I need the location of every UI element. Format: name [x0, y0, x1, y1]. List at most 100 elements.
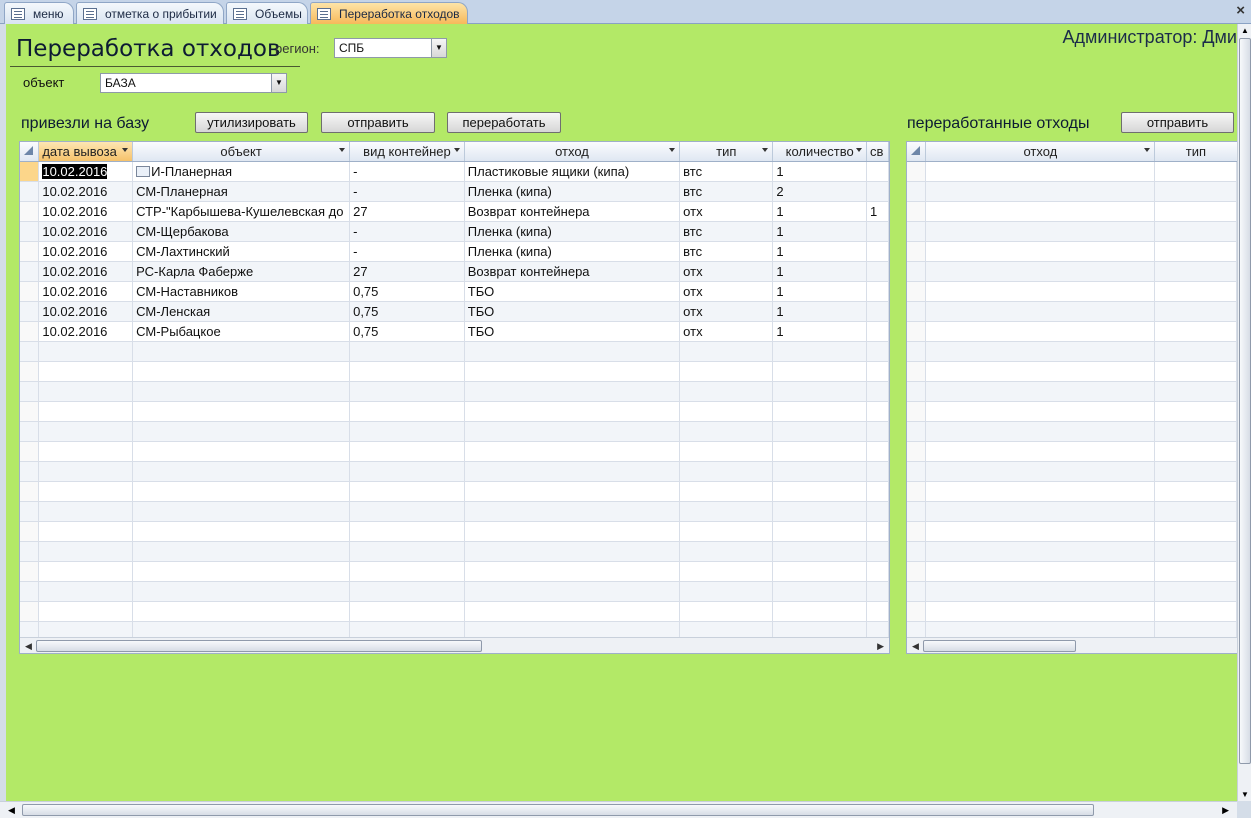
column-header[interactable]: отход — [464, 142, 681, 162]
scroll-right-icon[interactable]: ▶ — [877, 641, 884, 652]
table-cell[interactable] — [1154, 301, 1237, 322]
table-cell[interactable] — [925, 461, 1156, 482]
record-selector[interactable] — [907, 541, 927, 562]
table-cell[interactable] — [866, 601, 889, 622]
table-row[interactable] — [20, 581, 889, 602]
table-row[interactable]: 10.02.2016 СТР-"Карбышева-Кушелевская до 2… — [20, 201, 889, 222]
record-selector[interactable] — [907, 481, 927, 502]
tab-arrival-mark[interactable]: отметка о прибытии — [76, 2, 224, 24]
table-row[interactable] — [907, 181, 1237, 202]
select-all-corner[interactable] — [20, 142, 40, 162]
table-cell[interactable] — [679, 381, 774, 402]
table-cell[interactable]: 10.02.2016 — [38, 261, 134, 282]
table-cell[interactable] — [132, 601, 351, 622]
table-row[interactable] — [907, 561, 1237, 582]
table-cell[interactable] — [866, 421, 889, 442]
table-cell[interactable] — [132, 481, 351, 502]
table-cell[interactable] — [1154, 241, 1237, 262]
record-selector[interactable] — [20, 581, 40, 602]
table-cell[interactable] — [38, 481, 134, 502]
table-cell[interactable] — [464, 441, 681, 462]
column-header[interactable]: отход — [925, 142, 1156, 162]
table-cell[interactable] — [38, 381, 134, 402]
table-row[interactable] — [20, 561, 889, 582]
column-header[interactable]: дата вывоза — [38, 142, 134, 162]
column-header[interactable]: тип — [1154, 142, 1237, 162]
table-cell[interactable] — [132, 501, 351, 522]
table-cell[interactable]: Возврат контейнера — [464, 201, 681, 222]
table-row[interactable] — [20, 521, 889, 542]
object-combo[interactable]: БАЗА ▼ — [100, 73, 287, 93]
table-row[interactable] — [907, 501, 1237, 522]
table-cell[interactable] — [38, 501, 134, 522]
table-cell[interactable] — [349, 381, 465, 402]
record-selector[interactable] — [907, 461, 927, 482]
table-row[interactable] — [907, 301, 1237, 322]
table-cell[interactable] — [132, 441, 351, 462]
process-button[interactable]: переработать — [447, 112, 561, 133]
record-selector[interactable] — [20, 361, 40, 382]
form-vertical-scrollbar[interactable]: ▲ ▼ — [1237, 24, 1251, 801]
record-selector[interactable] — [907, 341, 927, 362]
table-cell[interactable]: Пленка (кипа) — [464, 241, 681, 262]
table-cell[interactable]: 2 — [772, 181, 868, 202]
scroll-thumb[interactable] — [1239, 38, 1251, 764]
record-selector[interactable] — [907, 281, 927, 302]
column-header[interactable]: тип — [679, 142, 774, 162]
table-cell[interactable] — [925, 201, 1156, 222]
table-row[interactable] — [20, 441, 889, 462]
table-cell[interactable] — [925, 401, 1156, 422]
table-cell[interactable] — [1154, 221, 1237, 242]
table-cell[interactable] — [772, 461, 868, 482]
table-cell[interactable] — [772, 601, 868, 622]
table-cell[interactable] — [349, 401, 465, 422]
table-cell[interactable]: втс — [679, 241, 774, 262]
record-selector[interactable] — [20, 261, 40, 282]
table-cell[interactable] — [679, 501, 774, 522]
chevron-down-icon[interactable]: ▼ — [271, 74, 286, 92]
table-cell[interactable] — [464, 381, 681, 402]
record-selector[interactable] — [907, 201, 927, 222]
table-cell[interactable]: СМ-Лахтинский — [132, 241, 351, 262]
record-selector[interactable] — [20, 541, 40, 562]
table-row[interactable] — [907, 521, 1237, 542]
table-row[interactable]: 10.02.2016 СМ-Рыбацкое 0,75 ТБО отх 1 — [20, 321, 889, 342]
processed-horizontal-scrollbar[interactable]: ◀ — [907, 637, 1237, 653]
table-cell[interactable]: отх — [679, 261, 774, 282]
tab-volumes[interactable]: Объемы — [226, 2, 308, 24]
table-cell[interactable] — [772, 361, 868, 382]
table-cell[interactable] — [349, 421, 465, 442]
table-row[interactable] — [907, 161, 1237, 182]
send-button[interactable]: отправить — [321, 112, 435, 133]
table-cell[interactable] — [1154, 501, 1237, 522]
table-row[interactable]: 10.02.2016 СМ-Планерная - Пленка (кипа) втс 2 — [20, 181, 889, 202]
table-cell[interactable] — [349, 581, 465, 602]
table-cell[interactable]: 27 — [349, 261, 465, 282]
chevron-down-icon[interactable] — [339, 148, 346, 152]
record-selector[interactable] — [907, 241, 927, 262]
table-row[interactable]: 10.02.2016 И-Планерная - Пластиковые ящики … — [20, 161, 889, 182]
table-cell[interactable] — [679, 421, 774, 442]
scroll-down-icon[interactable]: ▼ — [1241, 790, 1249, 799]
table-cell[interactable] — [925, 421, 1156, 442]
table-cell[interactable]: 10.02.2016 — [38, 321, 134, 342]
table-cell[interactable] — [464, 461, 681, 482]
table-cell[interactable] — [866, 401, 889, 422]
table-cell[interactable] — [772, 501, 868, 522]
table-cell[interactable] — [866, 461, 889, 482]
table-cell[interactable] — [349, 521, 465, 542]
record-selector[interactable] — [20, 241, 40, 262]
table-cell[interactable] — [132, 381, 351, 402]
table-cell[interactable] — [464, 521, 681, 542]
table-cell[interactable]: И-Планерная — [132, 161, 351, 182]
record-selector[interactable] — [907, 161, 927, 182]
table-cell[interactable]: ТБО — [464, 301, 681, 322]
table-cell[interactable] — [38, 441, 134, 462]
table-cell[interactable] — [132, 401, 351, 422]
table-cell[interactable] — [464, 601, 681, 622]
column-header[interactable]: объект — [132, 142, 351, 162]
table-cell[interactable] — [464, 481, 681, 502]
table-row[interactable] — [20, 461, 889, 482]
record-selector[interactable] — [20, 521, 40, 542]
column-header[interactable]: св — [866, 142, 889, 162]
